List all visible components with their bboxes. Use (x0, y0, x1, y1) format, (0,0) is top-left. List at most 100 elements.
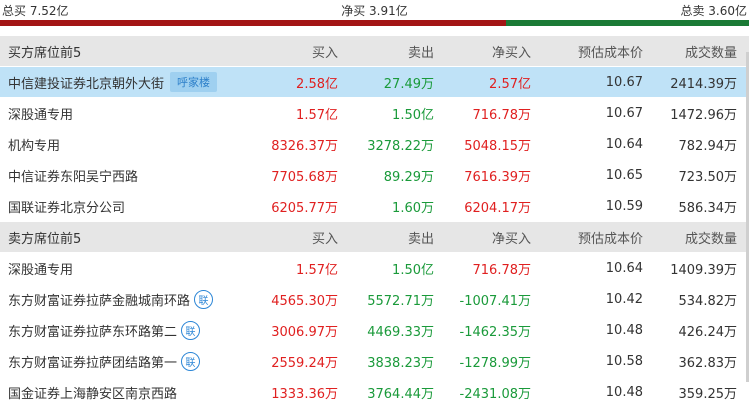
col-buy: 买入 (311, 231, 338, 247)
seat-name: 东方财富证券拉萨金融城南环路 (8, 293, 191, 309)
trade-volume: 359.25万 (678, 386, 738, 402)
table-row[interactable]: 东方财富证券拉萨金融城南环路联 4565.30万 5572.71万 -1007.41万… (0, 284, 749, 315)
seat-name: 深股通专用 (8, 107, 74, 123)
estimated-cost: 10.65 (605, 167, 643, 183)
seat-name: 中信证券东阳吴宁西路 (8, 169, 139, 185)
sell-amount: 3278.22万 (367, 138, 434, 154)
col-net: 净买入 (491, 45, 531, 61)
buy-amount: 2559.24万 (271, 355, 338, 371)
buy-amount: 1.57亿 (296, 262, 338, 278)
net-buy-amount: -2431.08万 (459, 386, 531, 402)
associated-seat-icon[interactable]: 联 (181, 320, 201, 340)
seat-name: 国联证券北京分公司 (8, 200, 126, 216)
seat-name-cell[interactable]: 深股通专用 (0, 104, 236, 123)
estimated-cost: 10.42 (605, 291, 643, 307)
net-buy-amount: -1007.41万 (459, 293, 531, 309)
trade-volume: 723.50万 (678, 169, 738, 185)
summary-bar: 总买 7.52亿 净买 3.91亿 总卖 3.60亿 (0, 0, 749, 20)
seat-tag-badge[interactable]: 呼家楼 (170, 72, 218, 92)
net-buy-amount: 716.78万 (472, 262, 532, 278)
seat-name-cell[interactable]: 深股通专用 (0, 259, 236, 278)
seat-name-cell[interactable]: 东方财富证券拉萨东环路第二联 (0, 320, 236, 340)
col-sell: 卖出 (407, 45, 434, 61)
table-row[interactable]: 东方财富证券拉萨团结路第一联 2559.24万 3838.23万 -1278.99万 1… (0, 346, 749, 377)
estimated-cost: 10.67 (605, 74, 643, 90)
buy-amount: 7705.68万 (271, 169, 338, 185)
col-net: 净买入 (491, 231, 531, 247)
sell-amount: 3764.44万 (367, 386, 434, 402)
net-buy-amount: 7616.39万 (464, 169, 531, 185)
buy-ratio-segment (0, 20, 507, 26)
sell-section-title: 卖方席位前5 (8, 231, 82, 247)
estimated-cost: 10.64 (605, 260, 643, 276)
table-row[interactable]: 东方财富证券拉萨东环路第二联 3006.97万 4469.33万 -1462.35万 1… (0, 315, 749, 346)
sell-amount: 1.50亿 (392, 262, 434, 278)
associated-seat-icon[interactable]: 联 (181, 351, 201, 371)
associated-seat-icon[interactable]: 联 (194, 289, 214, 309)
buy-section-title: 买方席位前5 (8, 45, 82, 61)
sell-rows: 深股通专用 1.57亿 1.50亿 716.78万 10.64 1409.39万东方财富证… (0, 253, 749, 408)
seat-name: 国金证券上海静安区南京西路 (8, 386, 178, 402)
table-row[interactable]: 国金证券上海静安区南京西路 1333.36万 3764.44万 -2431.08万 10… (0, 377, 749, 408)
sell-ratio-segment (506, 20, 749, 26)
col-cost: 预估成本价 (577, 231, 643, 247)
seat-name-cell[interactable]: 机构专用 (0, 135, 236, 154)
seat-name-cell[interactable]: 国联证券北京分公司 (0, 197, 236, 216)
trade-volume: 2414.39万 (670, 76, 737, 92)
col-volume: 成交数量 (684, 231, 737, 247)
buy-amount: 1.57亿 (296, 107, 338, 123)
table-row[interactable]: 国联证券北京分公司 6205.77万 1.60万 6204.17万 10.59 586.3… (0, 191, 749, 222)
estimated-cost: 10.48 (605, 384, 643, 400)
table-row[interactable]: 深股通专用 1.57亿 1.50亿 716.78万 10.67 1472.96万 (0, 98, 749, 129)
net-buy-amount: -1462.35万 (459, 324, 531, 340)
buy-amount: 2.58亿 (296, 76, 338, 92)
seat-name-cell[interactable]: 中信建投证券北京朝外大街 呼家楼 (0, 72, 236, 92)
col-volume: 成交数量 (684, 45, 737, 61)
trade-volume: 1409.39万 (670, 262, 737, 278)
buy-section-header: 买方席位前5 买入 卖出 净买入 预估成本价 成交数量 (0, 36, 749, 67)
trade-volume: 362.83万 (678, 355, 738, 371)
seat-name-cell[interactable]: 东方财富证券拉萨团结路第一联 (0, 351, 236, 371)
net-buy-amount: 716.78万 (472, 107, 532, 123)
table-row[interactable]: 中信建投证券北京朝外大街 呼家楼 2.58亿 27.49万 2.57亿 10.67 2414… (0, 67, 749, 98)
estimated-cost: 10.59 (605, 198, 643, 214)
seat-name: 东方财富证券拉萨团结路第一 (8, 355, 178, 371)
net-buy-amount: 5048.15万 (464, 138, 531, 154)
table-row[interactable]: 机构专用 8326.37万 3278.22万 5048.15万 10.64 782.94万 (0, 129, 749, 160)
net-buy-label: 净买 3.91亿 (341, 4, 408, 18)
trade-volume: 782.94万 (678, 138, 738, 154)
trade-volume: 586.34万 (678, 200, 738, 216)
seat-table: 买方席位前5 买入 卖出 净买入 预估成本价 成交数量 中信建投证券北京朝外大街… (0, 36, 749, 408)
seat-name-cell[interactable]: 中信证券东阳吴宁西路 (0, 166, 236, 185)
seat-name: 中信建投证券北京朝外大街 (8, 76, 165, 92)
sell-amount: 5572.71万 (367, 293, 434, 309)
buy-amount: 6205.77万 (271, 200, 338, 216)
net-buy-amount: 2.57亿 (489, 76, 531, 92)
col-buy: 买入 (311, 45, 338, 61)
seat-name: 机构专用 (8, 138, 61, 154)
buy-sell-ratio-bar (0, 20, 749, 26)
col-cost: 预估成本价 (577, 45, 643, 61)
seat-name-cell[interactable]: 东方财富证券拉萨金融城南环路联 (0, 289, 236, 309)
table-row[interactable]: 中信证券东阳吴宁西路 7705.68万 89.29万 7616.39万 10.65 723… (0, 160, 749, 191)
sell-amount: 27.49万 (383, 76, 434, 92)
sell-amount: 1.60万 (392, 200, 434, 216)
seat-name: 东方财富证券拉萨东环路第二 (8, 324, 178, 340)
sell-amount: 4469.33万 (367, 324, 434, 340)
seat-name: 深股通专用 (8, 262, 74, 278)
sell-section-header: 卖方席位前5 买入 卖出 净买入 预估成本价 成交数量 (0, 222, 749, 253)
trade-volume: 534.82万 (678, 293, 738, 309)
buy-amount: 3006.97万 (271, 324, 338, 340)
buy-amount: 1333.36万 (271, 386, 338, 402)
buy-rows: 中信建投证券北京朝外大街 呼家楼 2.58亿 27.49万 2.57亿 10.67 2414… (0, 67, 749, 222)
total-sell-label: 总卖 3.60亿 (680, 4, 747, 18)
estimated-cost: 10.67 (605, 105, 643, 121)
table-row[interactable]: 深股通专用 1.57亿 1.50亿 716.78万 10.64 1409.39万 (0, 253, 749, 284)
estimated-cost: 10.58 (605, 353, 643, 369)
estimated-cost: 10.48 (605, 322, 643, 338)
trade-volume: 1472.96万 (670, 107, 737, 123)
buy-amount: 4565.30万 (271, 293, 338, 309)
net-buy-amount: 6204.17万 (464, 200, 531, 216)
sell-amount: 3838.23万 (367, 355, 434, 371)
seat-name-cell[interactable]: 国金证券上海静安区南京西路 (0, 383, 236, 402)
